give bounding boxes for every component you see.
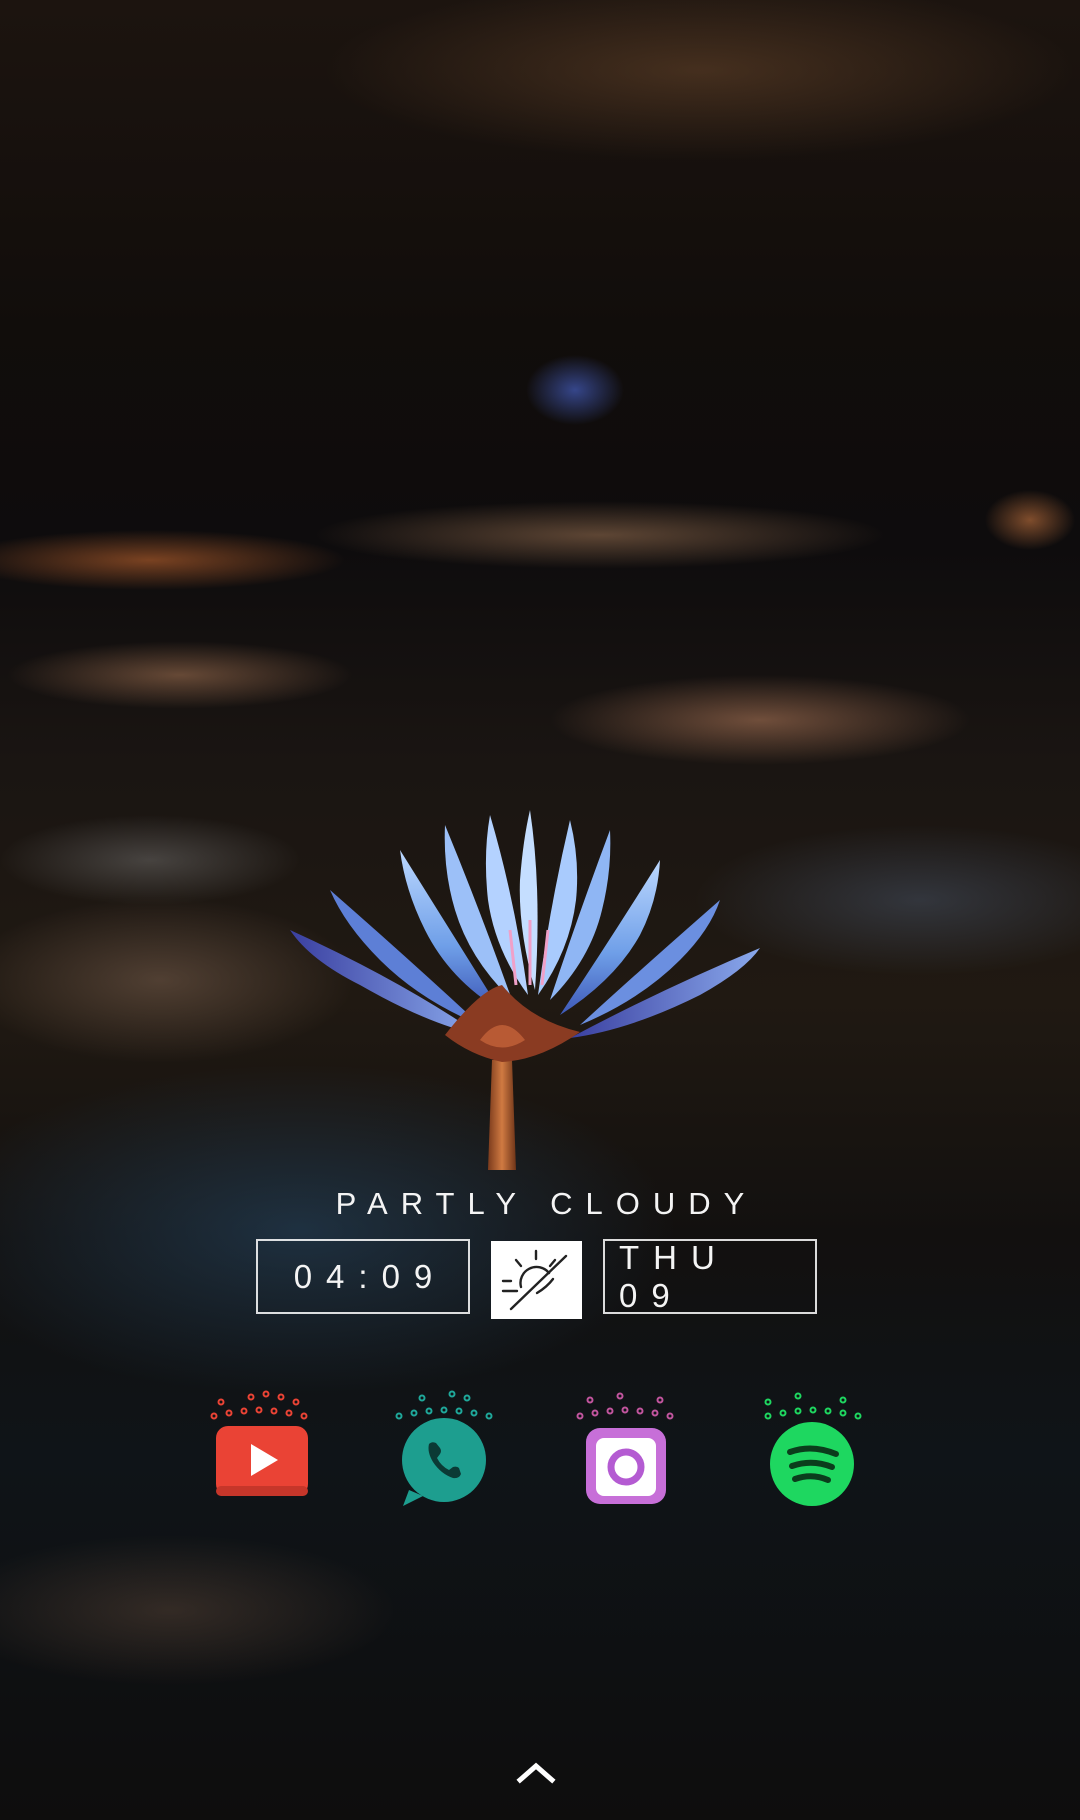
weather-icon-button[interactable] <box>491 1241 582 1319</box>
partly-cloudy-sun-icon <box>501 1249 568 1311</box>
spotify-icon <box>764 1392 862 1506</box>
app-spotify[interactable] <box>754 1386 864 1510</box>
lotus-flower-image <box>290 810 760 1170</box>
phone-icon <box>395 1390 493 1506</box>
clock-time[interactable]: 04:09 <box>256 1239 470 1314</box>
home-screen: PARTLY CLOUDY 04:09 THU 09 <box>0 0 1080 1820</box>
clock-time-text: 04:09 <box>293 1257 447 1295</box>
weather-condition-label: PARTLY CLOUDY <box>335 1186 758 1221</box>
app-phone[interactable] <box>389 1386 499 1510</box>
app-instagram[interactable] <box>572 1386 682 1510</box>
instagram-icon <box>576 1392 674 1504</box>
app-youtube[interactable] <box>206 1386 316 1510</box>
app-drawer-button[interactable] <box>514 1756 558 1788</box>
chevron-up-icon <box>516 1762 556 1784</box>
clock-date-text: THU 09 <box>619 1238 729 1314</box>
clock-date[interactable]: THU 09 <box>603 1239 817 1314</box>
youtube-icon <box>210 1390 308 1496</box>
